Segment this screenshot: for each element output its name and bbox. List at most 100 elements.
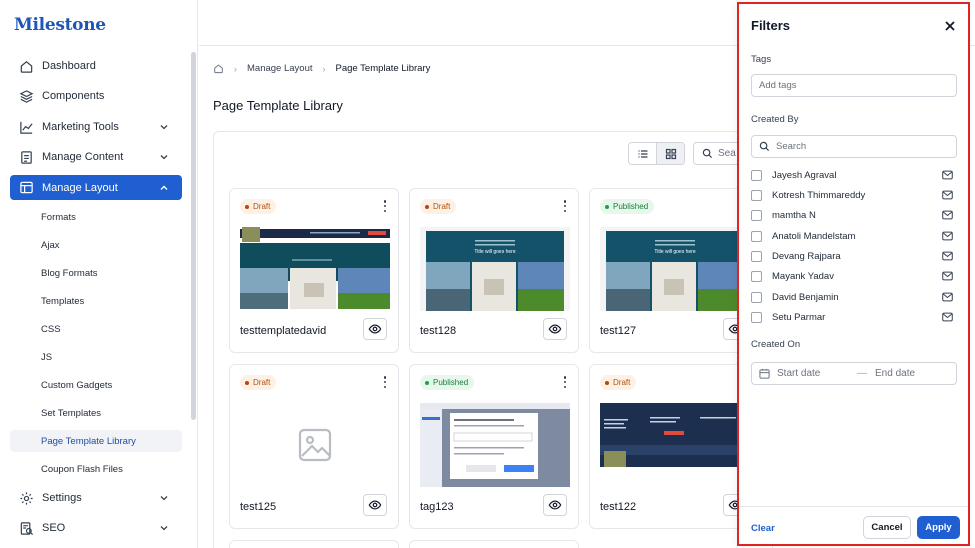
user-checkbox[interactable] [751, 270, 762, 282]
mail-icon [942, 210, 953, 220]
template-card[interactable]: Draft test122 [589, 364, 759, 529]
image-placeholder-icon [298, 428, 332, 462]
sidebar-item-settings[interactable]: Settings [10, 485, 182, 511]
template-name: tag123 [420, 501, 454, 513]
list-icon [638, 149, 647, 158]
close-icon[interactable] [944, 20, 956, 32]
mail-icon [942, 190, 953, 200]
template-name: test125 [240, 501, 277, 513]
filters-title: Filters [751, 18, 791, 33]
more-options-icon[interactable] [380, 375, 390, 389]
search-icon [759, 141, 770, 152]
chevron-up-icon [160, 185, 168, 190]
template-thumbnail [240, 227, 390, 311]
template-card[interactable]: Published Title will goes here test127 [589, 188, 759, 353]
user-checkbox[interactable] [751, 230, 762, 242]
sidebar-subitem[interactable]: Custom Gadgets [10, 374, 182, 396]
eye-icon [368, 324, 382, 334]
preview-button[interactable] [543, 318, 567, 340]
sidebar-subitem[interactable]: Coupon Flash Files [10, 458, 182, 480]
template-card[interactable]: Draft test125 [229, 364, 399, 529]
sidebar-subitem[interactable]: Set Templates [10, 402, 182, 424]
user-checkbox-row[interactable]: Mayank Yadav [751, 269, 957, 283]
mail-icon [942, 271, 953, 281]
more-options-icon[interactable] [380, 199, 390, 213]
template-card[interactable]: Draft Title will goes here test128 [409, 188, 579, 353]
mail-icon [942, 292, 953, 302]
created-by-label: Created By [751, 114, 799, 125]
sidebar-subitem[interactable]: Templates [10, 290, 182, 312]
calendar-icon [759, 368, 770, 379]
status-badge: Published [600, 199, 655, 214]
user-checkbox-row[interactable]: Kotresh Thimmareddy [751, 188, 957, 202]
status-badge: Published [420, 375, 475, 390]
end-date-placeholder[interactable]: End date [875, 368, 915, 379]
status-badge: Draft [420, 199, 457, 214]
template-name: test127 [600, 325, 637, 337]
start-date-placeholder[interactable]: Start date [777, 368, 857, 379]
tags-input[interactable]: Add tags [751, 74, 957, 97]
user-checkbox[interactable] [751, 169, 762, 181]
eye-icon [368, 500, 382, 510]
sidebar-subitem[interactable]: Formats [10, 206, 182, 228]
sidebar-item-seo[interactable]: SEO [10, 515, 182, 541]
sidebar-scrollbar[interactable] [191, 52, 196, 420]
sidebar-subitem[interactable]: Ajax [10, 234, 182, 256]
breadcrumb: › Manage Layout › Page Template Library [213, 63, 430, 74]
preview-button[interactable] [543, 494, 567, 516]
user-checkbox[interactable] [751, 250, 762, 262]
preview-button[interactable] [363, 494, 387, 516]
template-card[interactable]: Draft testtemplatedavid [229, 188, 399, 353]
clear-button[interactable]: Clear [751, 523, 775, 534]
date-range-input[interactable]: Start date — End date [751, 362, 957, 385]
user-checkbox-row[interactable]: David Benjamin [751, 290, 957, 304]
breadcrumb-separator: › [322, 63, 326, 74]
home-icon[interactable] [213, 63, 224, 74]
eye-icon [548, 324, 562, 334]
more-options-icon[interactable] [560, 375, 570, 389]
user-checkbox-row[interactable]: mamtha N [751, 208, 957, 222]
grid-view-button[interactable] [656, 143, 684, 164]
chevron-down-icon [160, 526, 168, 531]
sidebar-item-manage-layout[interactable]: Manage Layout [10, 175, 182, 200]
more-options-icon[interactable] [560, 199, 570, 213]
mail-icon [942, 170, 953, 180]
user-checkbox[interactable] [751, 311, 762, 323]
date-range-separator: — [857, 368, 867, 379]
user-checkbox[interactable] [751, 189, 762, 201]
sidebar-item-dashboard[interactable]: Dashboard [10, 53, 182, 79]
user-checkbox-row[interactable]: Setu Parmar [751, 310, 957, 324]
sidebar-item-label: SEO [42, 522, 66, 534]
breadcrumb-item[interactable]: Manage Layout [247, 63, 313, 74]
user-checkbox-row[interactable]: Jayesh Agraval [751, 168, 957, 182]
user-checkbox-row[interactable]: Anatoli Mandelstam [751, 229, 957, 243]
user-name: Jayesh Agraval [772, 169, 837, 181]
template-card[interactable]: Published tag123 [409, 364, 579, 529]
user-checkbox[interactable] [751, 209, 762, 221]
user-name: Devang Rajpara [772, 250, 841, 262]
template-card[interactable] [229, 540, 399, 548]
sidebar-subitem[interactable]: JS [10, 346, 182, 368]
list-view-button[interactable] [629, 143, 656, 164]
user-name: Anatoli Mandelstam [772, 230, 856, 242]
chevron-down-icon [160, 155, 168, 160]
sidebar-item-label: Marketing Tools [42, 121, 119, 133]
sidebar-item-components[interactable]: Components [10, 83, 182, 109]
cancel-button[interactable]: Cancel [863, 516, 911, 539]
sidebar-subitem[interactable]: CSS [10, 318, 182, 340]
view-toggle [628, 142, 685, 165]
user-checkbox[interactable] [751, 291, 762, 303]
template-card[interactable] [409, 540, 579, 548]
apply-button[interactable]: Apply [917, 516, 960, 539]
sidebar-item-manage-content[interactable]: Manage Content [10, 144, 182, 170]
preview-button[interactable] [363, 318, 387, 340]
search-icon [702, 148, 713, 159]
chart-line-icon [18, 119, 34, 135]
sidebar-item-marketing-tools[interactable]: Marketing Tools [10, 114, 182, 140]
user-search-input[interactable]: Search [751, 135, 957, 158]
page-title: Page Template Library [213, 98, 343, 113]
user-name: David Benjamin [772, 291, 839, 303]
sidebar-subitem-active[interactable]: Page Template Library [10, 430, 182, 452]
sidebar-subitem[interactable]: Blog Formats [10, 262, 182, 284]
user-checkbox-row[interactable]: Devang Rajpara [751, 249, 957, 263]
